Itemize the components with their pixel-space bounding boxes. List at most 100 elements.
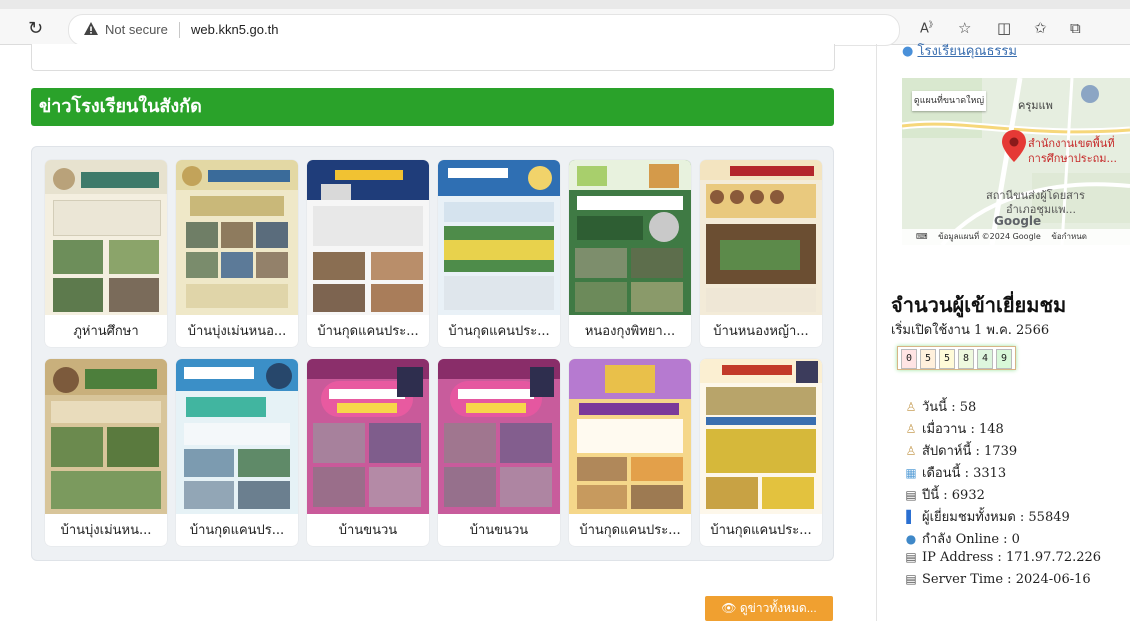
news-card[interactable]: บ้านกุดแคนปร... — [176, 359, 298, 546]
stat-yesterday: ♙ เมื่อวาน : 148 — [904, 418, 1004, 439]
keyboard-icon[interactable]: ⌨ — [916, 232, 928, 241]
security-label[interactable]: Not secure — [105, 22, 168, 37]
favorite-star-icon[interactable]: ☆ — [958, 19, 971, 37]
calendar-year-icon: ▤ — [905, 488, 917, 502]
news-title[interactable]: บ้านกุดแคนประ... — [311, 320, 425, 341]
view-all-news-button[interactable]: 👁 ดูข่าวทั้งหมด... — [705, 596, 833, 621]
url-text[interactable]: web.kkn5.go.th — [191, 22, 278, 37]
stat-text: เดือนนี้ : 3313 — [922, 466, 1007, 481]
map-label-office-2: การศึกษาประถม... — [1028, 152, 1118, 165]
collections-icon[interactable]: ⧉ — [1070, 19, 1081, 37]
news-thumbnail[interactable] — [569, 160, 691, 315]
news-thumbnail[interactable] — [45, 160, 167, 315]
moral-school-link[interactable]: ● โรงเรียนคุณธรรม — [902, 40, 1017, 61]
section-title: ข่าวโรงเรียนในสังกัด — [31, 88, 834, 126]
reload-icon[interactable]: ↻ — [28, 18, 43, 39]
favorites-icon[interactable]: ✩ — [1034, 19, 1047, 37]
news-thumbnail[interactable] — [569, 359, 691, 514]
news-card[interactable]: บ้านกุดแคนประ... — [307, 160, 429, 347]
news-card[interactable]: บ้านขนวน — [438, 359, 560, 546]
news-grid: ภูห่านศึกษา บ้านบุ่งเม่นหนอ... บ้านกุดแค… — [31, 146, 834, 561]
stat-text: วันนี้ : 58 — [922, 400, 977, 415]
news-title[interactable]: บ้านกุดแคนประ... — [704, 519, 818, 540]
globe-icon: ● — [905, 532, 917, 546]
previous-section-box — [31, 44, 835, 71]
stat-text: ปีนี้ : 6932 — [922, 488, 985, 503]
stat-month: ▦ เดือนนี้ : 3313 — [904, 462, 1006, 483]
warning-icon[interactable] — [83, 21, 99, 37]
news-thumbnail[interactable] — [438, 160, 560, 315]
counter-digit: 8 — [958, 349, 974, 369]
news-thumbnail[interactable] — [700, 160, 822, 315]
globe-icon: ● — [902, 44, 914, 59]
news-thumbnail[interactable] — [307, 160, 429, 315]
news-title[interactable]: ภูห่านศึกษา — [49, 320, 163, 341]
news-thumbnail[interactable] — [700, 359, 822, 514]
news-title[interactable]: บ้านกุดแคนปร... — [180, 519, 294, 540]
person-icon: ♙ — [905, 444, 917, 458]
news-card[interactable]: บ้านขนวน — [307, 359, 429, 546]
news-title[interactable]: บ้านบุ่งเม่นหน... — [49, 519, 163, 540]
map-footer: ⌨ ข้อมูลแผนที่ ©2024 Google ข้อกำหนด — [902, 229, 1130, 245]
news-thumbnail[interactable] — [176, 359, 298, 514]
map-label-krumphae: ครุมแพ — [1018, 99, 1053, 112]
news-thumbnail[interactable] — [176, 160, 298, 315]
map-terms-link[interactable]: ข้อกำหนด — [1051, 232, 1087, 241]
map-pin-icon[interactable] — [1002, 130, 1026, 162]
news-card[interactable]: บ้านกุดแคนประ... — [700, 359, 822, 546]
stat-text: IP Address : 171.97.72.226 — [922, 550, 1102, 565]
browser-toolbar: ↻ Not secure web.kkn5.go.th A》 ☆ ◫ ✩ ⧉ — [0, 0, 1130, 46]
news-thumbnail[interactable] — [307, 359, 429, 514]
split-screen-icon[interactable]: ◫ — [997, 19, 1011, 37]
stat-text: เมื่อวาน : 148 — [922, 422, 1004, 437]
news-card[interactable]: บ้านบุ่งเม่นหนอ... — [176, 160, 298, 347]
visitor-stats-title: จำนวนผู้เข้าเยี่ยมชม — [891, 293, 1067, 317]
calendar-month-icon: ▦ — [905, 466, 917, 480]
stat-text: ผู้เยี่ยมชมทั้งหมด : 55849 — [922, 510, 1070, 525]
person-icon: ♙ — [905, 400, 917, 414]
news-card[interactable]: บ้านกุดแคนประ... — [438, 160, 560, 347]
news-title[interactable]: บ้านขนวน — [311, 519, 425, 540]
calendar-icon: ▤ — [905, 572, 917, 586]
news-title[interactable]: บ้านหนองหญ้า... — [704, 320, 818, 341]
moral-school-label[interactable]: โรงเรียนคุณธรรม — [917, 44, 1016, 59]
counter-digit: 4 — [977, 349, 993, 369]
map-data-credit: ข้อมูลแผนที่ ©2024 Google — [938, 232, 1041, 241]
visitor-stats-since: เริ่มเปิดใช้งาน 1 พ.ค. 2566 — [891, 323, 1050, 338]
visitor-counter: 0 5 5 8 4 9 — [897, 346, 1016, 370]
news-title[interactable]: บ้านกุดแคนประ... — [442, 320, 556, 341]
stat-text: Server Time : 2024-06-16 — [922, 572, 1091, 587]
stat-ip-address: ▤ IP Address : 171.97.72.226 — [904, 550, 1101, 565]
news-card[interactable]: บ้านบุ่งเม่นหน... — [45, 359, 167, 546]
counter-digit: 5 — [939, 349, 955, 369]
stat-today: ♙ วันนี้ : 58 — [904, 396, 977, 417]
person-icon: ♙ — [905, 422, 917, 436]
counter-digit: 9 — [996, 349, 1012, 369]
sidebar-divider — [876, 44, 877, 621]
news-card[interactable]: บ้านหนองหญ้า... — [700, 160, 822, 347]
view-larger-map-button[interactable]: ดูแผนที่ขนาดใหญ่ — [912, 91, 986, 111]
stat-year: ▤ ปีนี้ : 6932 — [904, 484, 985, 505]
stat-text: สัปดาห์นี้ : 1739 — [922, 444, 1018, 459]
news-card[interactable]: หนองกุงพิทยา... — [569, 160, 691, 347]
tab-strip — [0, 0, 1130, 9]
stat-total: ▌ ผู้เยี่ยมชมทั้งหมด : 55849 — [904, 506, 1070, 527]
news-card[interactable]: ภูห่านศึกษา — [45, 160, 167, 347]
address-divider — [179, 22, 180, 38]
read-aloud-icon[interactable]: A》 — [920, 19, 937, 36]
news-title[interactable]: บ้านบุ่งเม่นหนอ... — [180, 320, 294, 341]
news-card[interactable]: บ้านกุดแคนประ... — [569, 359, 691, 546]
calendar-icon: ▤ — [905, 550, 917, 564]
stat-week: ♙ สัปดาห์นี้ : 1739 — [904, 440, 1018, 461]
news-thumbnail[interactable] — [45, 359, 167, 514]
stat-server-time: ▤ Server Time : 2024-06-16 — [904, 572, 1091, 587]
google-map[interactable]: ดูแผนที่ขนาดใหญ่ ครุมแพ สำนักงานเขตพื้นท… — [902, 78, 1130, 245]
address-bar[interactable]: Not secure web.kkn5.go.th — [68, 14, 900, 46]
google-logo: Google — [994, 214, 1042, 228]
news-thumbnail[interactable] — [438, 359, 560, 514]
news-title[interactable]: บ้านกุดแคนประ... — [573, 519, 687, 540]
bar-chart-icon: ▌ — [906, 510, 916, 524]
news-title[interactable]: หนองกุงพิทยา... — [573, 320, 687, 341]
news-title[interactable]: บ้านขนวน — [442, 519, 556, 540]
counter-digit: 5 — [920, 349, 936, 369]
